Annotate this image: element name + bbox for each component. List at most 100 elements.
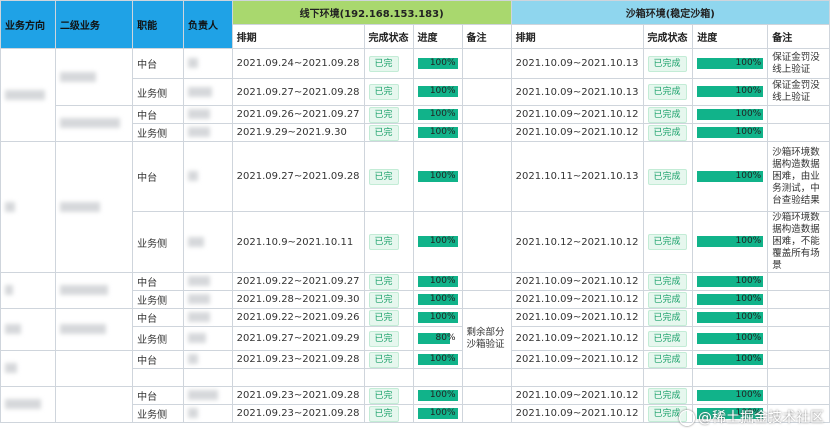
role-cell[interactable]: 业务侧 (132, 326, 184, 351)
sandbox-schedule-cell[interactable]: 2021.10.09~2021.10.12 (510, 272, 644, 291)
offline-status-cell[interactable]: 已完 (363, 308, 414, 327)
offline-status-cell[interactable]: 已完 (363, 211, 414, 273)
offline-schedule-header[interactable]: 排期 (231, 24, 365, 49)
role-cell[interactable]: 中台 (132, 105, 184, 124)
sandbox-note-cell[interactable] (767, 272, 830, 291)
offline-env-header[interactable]: 线下环境(192.168.153.183) (231, 0, 512, 25)
sandbox-status-cell[interactable]: 已完成 (642, 308, 694, 327)
offline-note-cell[interactable] (461, 211, 512, 273)
role-cell[interactable]: 中台 (132, 386, 184, 405)
role-cell[interactable]: 业务侧 (132, 78, 184, 106)
sandbox-schedule-cell[interactable]: 2021.10.09~2021.10.12 (510, 404, 644, 423)
offline-status-cell[interactable]: 已完 (363, 404, 414, 423)
sandbox-note-cell[interactable] (767, 105, 830, 124)
role-cell[interactable]: 业务侧 (132, 290, 184, 309)
business-cell[interactable] (0, 48, 56, 142)
offline-status-cell[interactable]: 已完 (363, 105, 414, 124)
sandbox-schedule-header[interactable]: 排期 (510, 24, 644, 49)
offline-note-header[interactable]: 备注 (461, 24, 512, 49)
offline-schedule-cell[interactable]: 2021.09.23~2021.09.28 (231, 350, 365, 369)
role-cell[interactable] (132, 368, 184, 387)
col-business[interactable]: 业务方向 (0, 0, 56, 49)
offline-schedule-cell[interactable]: 2021.10.9~2021.10.11 (231, 211, 365, 273)
offline-schedule-cell[interactable]: 2021.09.22~2021.09.27 (231, 272, 365, 291)
sandbox-schedule-cell[interactable]: 2021.10.09~2021.10.12 (510, 386, 644, 405)
sandbox-status-cell[interactable]: 已完成 (642, 78, 694, 106)
offline-status-cell[interactable]: 已完 (363, 290, 414, 309)
sandbox-note-cell[interactable]: 保证金罚没线上验证 (767, 48, 830, 79)
owner-cell[interactable] (183, 404, 233, 423)
offline-note-cell[interactable] (461, 123, 512, 142)
offline-schedule-cell[interactable]: 2021.09.23~2021.09.28 (231, 404, 365, 423)
sandbox-status-cell[interactable]: 已完成 (642, 105, 694, 124)
sandbox-status-cell[interactable]: 已完成 (642, 326, 694, 351)
owner-cell[interactable] (183, 48, 233, 79)
offline-status-cell[interactable]: 已完 (363, 272, 414, 291)
owner-cell[interactable] (183, 105, 233, 124)
offline-note-cell[interactable] (461, 141, 512, 212)
sandbox-status-cell[interactable] (642, 368, 694, 387)
role-cell[interactable]: 中台 (132, 141, 184, 212)
sub-business-cell[interactable] (54, 48, 134, 106)
offline-note-cell[interactable] (461, 48, 512, 79)
sandbox-status-cell[interactable]: 已完成 (642, 141, 694, 212)
offline-progress-header[interactable]: 进度 (412, 24, 463, 49)
offline-schedule-cell[interactable]: 2021.09.24~2021.09.28 (231, 48, 365, 79)
sandbox-note-cell[interactable]: 沙箱环境数据构造数据困难，不能覆盖所有场景 (767, 211, 830, 273)
role-cell[interactable]: 中台 (132, 272, 184, 291)
sandbox-schedule-cell[interactable]: 2021.10.09~2021.10.12 (510, 350, 644, 369)
offline-status-cell[interactable]: 已完 (363, 350, 414, 369)
sandbox-note-cell[interactable] (767, 368, 830, 387)
offline-status-cell[interactable]: 已完 (363, 141, 414, 212)
offline-status-header[interactable]: 完成状态 (363, 24, 414, 49)
col-sub-business[interactable]: 二级业务 (54, 0, 134, 49)
offline-status-cell[interactable]: 已完 (363, 386, 414, 405)
sandbox-schedule-cell[interactable]: 2021.10.09~2021.10.13 (510, 48, 644, 79)
sandbox-schedule-cell[interactable]: 2021.10.09~2021.10.13 (510, 78, 644, 106)
col-role[interactable]: 职能 (132, 0, 184, 49)
sandbox-note-cell[interactable] (767, 308, 830, 327)
sub-business-cell[interactable] (54, 386, 134, 423)
sandbox-note-cell[interactable] (767, 386, 830, 405)
business-cell[interactable] (0, 141, 56, 273)
sub-business-cell[interactable] (54, 105, 134, 142)
offline-status-cell[interactable]: 已完 (363, 78, 414, 106)
role-cell[interactable]: 业务侧 (132, 211, 184, 273)
sandbox-env-header[interactable]: 沙箱环境(稳定沙箱) (510, 0, 830, 25)
sandbox-status-cell[interactable]: 已完成 (642, 123, 694, 142)
owner-cell[interactable] (183, 308, 233, 327)
owner-cell[interactable] (183, 368, 233, 387)
business-cell[interactable] (0, 386, 56, 423)
sandbox-status-cell[interactable]: 已完成 (642, 48, 694, 79)
offline-schedule-cell[interactable] (231, 368, 365, 387)
sandbox-schedule-cell[interactable]: 2021.10.09~2021.10.12 (510, 326, 644, 351)
sandbox-schedule-cell[interactable]: 2021.10.09~2021.10.12 (510, 123, 644, 142)
offline-schedule-cell[interactable]: 2021.09.23~2021.09.28 (231, 386, 365, 405)
offline-note-cell[interactable] (461, 105, 512, 124)
sandbox-status-cell[interactable]: 已完成 (642, 290, 694, 309)
sandbox-schedule-cell[interactable]: 2021.10.12~2021.10.12 (510, 211, 644, 273)
sandbox-schedule-cell[interactable]: 2021.10.09~2021.10.12 (510, 308, 644, 327)
offline-note-cell[interactable] (461, 272, 512, 291)
role-cell[interactable]: 中台 (132, 350, 184, 369)
business-cell[interactable] (0, 272, 56, 309)
offline-status-cell[interactable]: 已完 (363, 48, 414, 79)
offline-schedule-cell[interactable]: 2021.09.27~2021.09.28 (231, 141, 365, 212)
sandbox-schedule-cell[interactable]: 2021.10.09~2021.10.12 (510, 290, 644, 309)
sandbox-status-cell[interactable]: 已完成 (642, 211, 694, 273)
owner-cell[interactable] (183, 123, 233, 142)
offline-schedule-cell[interactable]: 2021.09.27~2021.09.29 (231, 326, 365, 351)
sandbox-note-cell[interactable] (767, 326, 830, 351)
offline-note-cell[interactable] (461, 368, 512, 387)
owner-cell[interactable] (183, 141, 233, 212)
role-cell[interactable]: 业务侧 (132, 123, 184, 142)
owner-cell[interactable] (183, 326, 233, 351)
offline-status-cell[interactable] (363, 368, 414, 387)
owner-cell[interactable] (183, 386, 233, 405)
sandbox-note-header[interactable]: 备注 (767, 24, 830, 49)
sandbox-note-cell[interactable] (767, 123, 830, 142)
offline-schedule-cell[interactable]: 2021.09.22~2021.09.26 (231, 308, 365, 327)
offline-schedule-cell[interactable]: 2021.9.29~2021.9.30 (231, 123, 365, 142)
sub-business-cell[interactable] (54, 350, 134, 387)
sandbox-note-cell[interactable]: 沙箱环境数据构造数据困难，由业务测试，中台查验结果 (767, 141, 830, 212)
